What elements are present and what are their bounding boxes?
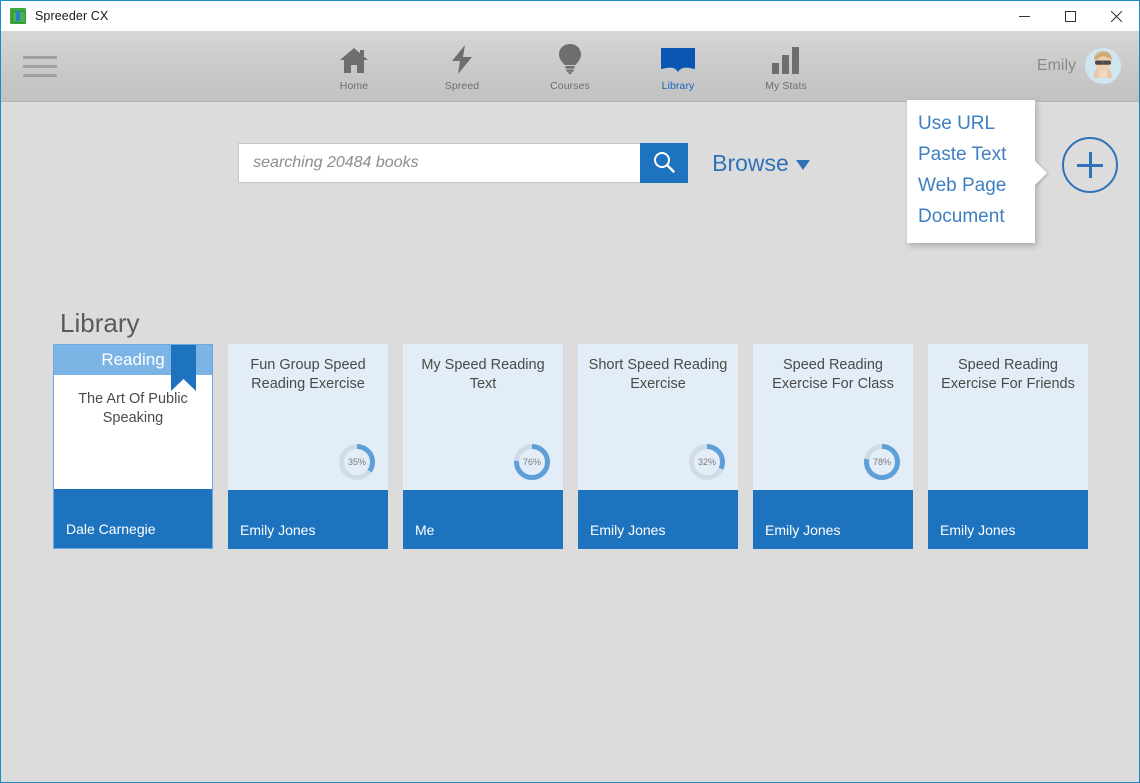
- search-icon: [653, 151, 675, 176]
- main-nav-items: Home Spreed Courses Library My Stats: [316, 43, 824, 92]
- add-content-button[interactable]: [1062, 137, 1118, 193]
- library-card[interactable]: Fun Group Speed Reading Exercise 35% Emily…: [228, 344, 388, 549]
- app-window: Spreeder CX Home Spreed Courses Library …: [0, 0, 1140, 783]
- main-content: Browse Use URL Paste Text Web Page Docum…: [1, 100, 1139, 782]
- nav-item-home[interactable]: Home: [316, 43, 392, 92]
- search-container: Browse: [238, 143, 810, 183]
- library-card-grid: Reading The Art Of Public Speaking Dale Ca…: [53, 344, 1088, 549]
- card-body: The Art Of Public Speaking: [54, 375, 212, 489]
- card-status-label: Reading: [101, 350, 165, 369]
- avatar[interactable]: [1085, 48, 1121, 84]
- spreeder-logo-icon: [10, 7, 26, 24]
- menu-item-paste-text[interactable]: Paste Text: [907, 140, 1035, 171]
- card-author: Emily Jones: [240, 522, 316, 538]
- hamburger-menu-icon[interactable]: [23, 55, 57, 77]
- page-title: Library: [60, 308, 140, 338]
- minimize-button[interactable]: [1001, 1, 1047, 31]
- window-title: Spreeder CX: [35, 8, 109, 23]
- card-author: Emily Jones: [590, 522, 666, 538]
- nav-item-library[interactable]: Library: [640, 43, 716, 92]
- progress-ring: 35%: [337, 442, 377, 482]
- browse-dropdown[interactable]: Browse: [712, 150, 810, 177]
- card-title: My Speed Reading Text: [421, 357, 545, 393]
- card-footer: Emily Jones: [928, 490, 1088, 549]
- progress-ring: 78%: [862, 442, 902, 482]
- card-author: Me: [415, 522, 435, 538]
- card-author: Dale Carnegie: [66, 521, 156, 537]
- card-title: Speed Reading Exercise For Friends: [941, 357, 1075, 393]
- menu-item-use-url[interactable]: Use URL: [907, 109, 1035, 140]
- progress-label: 35%: [347, 457, 366, 467]
- nav-label-courses: Courses: [550, 80, 590, 92]
- home-icon: [339, 43, 369, 74]
- card-body: Speed Reading Exercise For Friends: [928, 344, 1088, 490]
- nav-label-library: Library: [661, 80, 695, 92]
- card-body: Fun Group Speed Reading Exercise 35%: [228, 344, 388, 490]
- progress-label: 78%: [872, 457, 891, 467]
- user-menu[interactable]: Emily: [1037, 48, 1121, 84]
- bar-chart-icon: [772, 43, 800, 74]
- search-button[interactable]: [640, 143, 689, 183]
- nav-item-my-stats[interactable]: My Stats: [748, 43, 824, 92]
- window-controls: [1001, 1, 1139, 31]
- card-author: Emily Jones: [765, 522, 841, 538]
- nav-label-home: Home: [339, 80, 369, 92]
- maximize-button[interactable]: [1047, 1, 1093, 31]
- card-title: Short Speed Reading Exercise: [588, 357, 728, 393]
- open-book-icon: [661, 43, 695, 74]
- nav-item-courses[interactable]: Courses: [532, 43, 608, 92]
- card-body: Short Speed Reading Exercise 32%: [578, 344, 738, 490]
- card-footer: Emily Jones: [578, 490, 738, 549]
- menu-item-document[interactable]: Document: [907, 202, 1035, 233]
- library-card[interactable]: My Speed Reading Text 76% Me: [403, 344, 563, 549]
- card-footer: Emily Jones: [228, 490, 388, 549]
- progress-label: 32%: [697, 457, 716, 467]
- progress-ring: 76%: [512, 442, 552, 482]
- card-footer: Me: [403, 490, 563, 549]
- user-name: Emily: [1036, 57, 1076, 74]
- card-title: Speed Reading Exercise For Class: [772, 357, 894, 393]
- nav-label-my-stats: My Stats: [765, 80, 807, 92]
- nav-item-spreed[interactable]: Spreed: [424, 43, 500, 92]
- progress-ring: 32%: [687, 442, 727, 482]
- lightning-bolt-icon: [449, 43, 475, 74]
- chevron-down-icon: [795, 160, 810, 170]
- lightbulb-icon: [559, 43, 581, 74]
- menu-item-web-page[interactable]: Web Page: [907, 171, 1035, 202]
- library-card[interactable]: Speed Reading Exercise For Class 78% Emily…: [753, 344, 913, 549]
- add-content-menu: Use URL Paste Text Web Page Document: [907, 100, 1047, 243]
- card-title: The Art Of Public Speaking: [78, 391, 188, 427]
- card-body: Speed Reading Exercise For Class 78%: [753, 344, 913, 490]
- card-body: My Speed Reading Text 76%: [403, 344, 563, 490]
- progress-label: 76%: [522, 457, 541, 467]
- card-footer: Emily Jones: [753, 490, 913, 549]
- card-title: Fun Group Speed Reading Exercise: [250, 357, 366, 393]
- title-bar: Spreeder CX: [1, 1, 1139, 31]
- card-footer: Dale Carnegie: [54, 489, 212, 548]
- library-card[interactable]: Reading The Art Of Public Speaking Dale Ca…: [53, 344, 213, 549]
- menu-callout-arrow-icon: [1034, 160, 1047, 186]
- library-card[interactable]: Speed Reading Exercise For Friends Emily …: [928, 344, 1088, 549]
- card-author: Emily Jones: [940, 522, 1016, 538]
- nav-label-spreed: Spreed: [444, 80, 480, 92]
- library-card[interactable]: Short Speed Reading Exercise 32% Emily Jon…: [578, 344, 738, 549]
- close-button[interactable]: [1093, 1, 1139, 31]
- browse-label: Browse: [712, 149, 789, 176]
- top-navigation-bar: Home Spreed Courses Library My Stats Emi…: [1, 31, 1139, 102]
- search-input[interactable]: [238, 143, 641, 183]
